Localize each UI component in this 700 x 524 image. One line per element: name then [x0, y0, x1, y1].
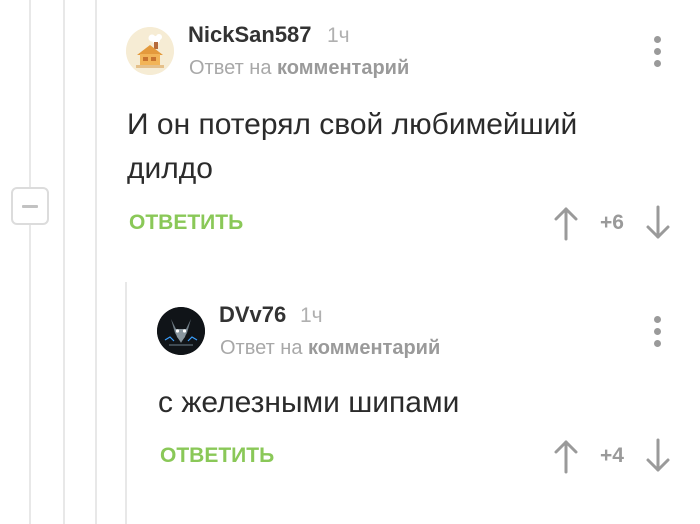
comment-rating: +4 — [600, 444, 624, 467]
vote-up-button[interactable] — [553, 205, 579, 241]
arrow-up-icon — [554, 440, 578, 474]
comment-rating: +6 — [600, 211, 624, 234]
reply-button[interactable]: ОТВЕТИТЬ — [160, 443, 274, 469]
comment-author[interactable]: DVv76 — [219, 302, 286, 328]
arrow-down-icon — [646, 205, 670, 239]
wolf-avatar-icon[interactable] — [157, 307, 205, 355]
comment: NickSan587 1ч Ответ на комментарий И он … — [0, 0, 700, 260]
comment-reply: DVv76 1ч Ответ на комментарий с железным… — [0, 270, 700, 524]
reply-to-target: комментарий — [277, 57, 410, 79]
comment-body-line: дилдо — [127, 152, 213, 185]
vote-down-button[interactable] — [645, 438, 671, 474]
reply-to-prefix: Ответ на — [189, 57, 272, 79]
cottage-avatar-icon[interactable] — [126, 27, 174, 75]
comment-body: с железными шипами — [158, 381, 658, 425]
reply-to-target: комментарий — [308, 337, 441, 359]
comment-menu-button[interactable] — [652, 316, 664, 348]
comments-thread: NickSan587 1ч Ответ на комментарий И он … — [0, 0, 700, 524]
reply-to-prefix: Ответ на — [220, 337, 303, 359]
reply-to-link[interactable]: Ответ на комментарий — [189, 56, 409, 80]
vote-down-button[interactable] — [645, 205, 671, 241]
arrow-down-icon — [646, 438, 670, 472]
comment-menu-button[interactable] — [652, 36, 664, 68]
comment-time: 1ч — [300, 304, 323, 327]
reply-button[interactable]: ОТВЕТИТЬ — [129, 210, 243, 236]
arrow-up-icon — [554, 207, 578, 241]
reply-to-link[interactable]: Ответ на комментарий — [220, 336, 440, 360]
comment-time: 1ч — [327, 24, 350, 47]
vote-up-button[interactable] — [553, 438, 579, 474]
comment-body-line: с железными шипами — [158, 386, 460, 419]
comment-body: И он потерял свой любимейший дилдо — [127, 103, 647, 191]
comment-body-line: И он потерял свой любимейший — [127, 108, 578, 141]
comment-author[interactable]: NickSan587 — [188, 22, 312, 48]
